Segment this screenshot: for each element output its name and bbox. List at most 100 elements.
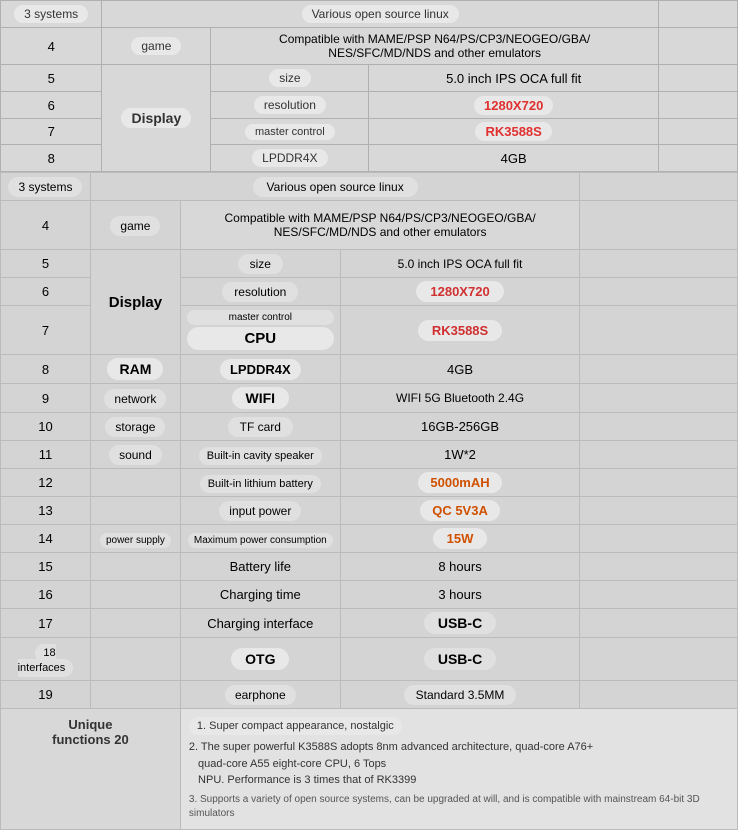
row-18-otg: 18 interfaces OTG USB-C	[1, 638, 738, 681]
row-val: 5.0 inch IPS OCA full fit	[369, 65, 659, 92]
cat-cell	[90, 497, 180, 525]
row-num: 8	[1, 145, 102, 172]
cat-cell: storage	[90, 413, 180, 441]
resolution-val: 1280X720	[416, 281, 503, 302]
app-container: 3 systems Various open source linux 4 ga…	[0, 172, 738, 830]
cat-cell	[90, 581, 180, 609]
cat-display: Display	[90, 250, 180, 355]
18interfaces-badge: 18 interfaces	[18, 644, 74, 677]
cat-cell	[90, 638, 180, 681]
row-spec: Various open source linux	[102, 1, 659, 28]
main-table: 3 systems Various open source linux 4 ga…	[0, 0, 738, 172]
notes-row: Uniquefunctions 20 1. Super compact appe…	[1, 709, 738, 830]
num-cell: 10	[1, 413, 91, 441]
cat-cell: sound	[90, 441, 180, 469]
extra-cell	[580, 553, 738, 581]
cpu-val: RK3588S	[418, 320, 502, 341]
extra-cell	[580, 609, 738, 638]
row-4-game: 4 game Compatible with MAME/PSP N64/PS/C…	[1, 201, 738, 250]
row-cat: game	[102, 28, 211, 65]
row-spec: size	[211, 65, 369, 92]
row-num: 4	[1, 28, 102, 65]
speaker-badge: Built-in cavity speaker	[199, 447, 322, 465]
extra-cell	[580, 306, 738, 355]
row-val: 4GB	[369, 145, 659, 172]
row-val: 1280X720	[369, 92, 659, 119]
master-control-badge: master control	[187, 310, 334, 325]
otg-badge: OTG	[231, 648, 289, 670]
val-cell: QC 5V3A	[340, 497, 580, 525]
row-num: 5	[1, 65, 102, 92]
note-2: 2. The super powerful K3588S adopts 8nm …	[189, 739, 729, 789]
num-cell: 15	[1, 553, 91, 581]
num-cell: 13	[1, 497, 91, 525]
spec-cell: input power	[180, 497, 340, 525]
spec-badge: size	[238, 254, 283, 274]
maxpower-badge: Maximum power consumption	[188, 533, 333, 548]
spec-cell: TF card	[180, 413, 340, 441]
inputpower-val: QC 5V3A	[420, 500, 500, 521]
ram-cat: RAM	[107, 358, 163, 380]
row-5-size: 5 Display size 5.0 inch IPS OCA full fit	[1, 250, 738, 278]
extra-cell	[580, 355, 738, 384]
earphone-badge: earphone	[225, 685, 296, 705]
val-cell: 5.0 inch IPS OCA full fit	[340, 250, 580, 278]
cpu-badge: CPU	[187, 327, 334, 350]
row-11-sound: 11 sound Built-in cavity speaker 1W*2	[1, 441, 738, 469]
row-3systems: 3 systems Various open source linux	[1, 173, 738, 201]
num-badge: 3 systems	[8, 177, 82, 197]
spec-cell: Charging interface	[180, 609, 340, 638]
row-13-inputpower: 13 input power QC 5V3A	[1, 497, 738, 525]
extra-cell	[580, 413, 738, 441]
spec-cell: WIFI	[180, 384, 340, 413]
val-badge: Various open source linux	[253, 177, 418, 197]
num-cell: 6	[1, 278, 91, 306]
num-cell: 9	[1, 384, 91, 413]
val-cell: 1280X720	[340, 278, 580, 306]
otg-val: USB-C	[424, 648, 496, 670]
game-desc: Compatible with MAME/PSP N64/PS/CP3/NEOG…	[180, 201, 579, 250]
num-cell: 4	[1, 201, 91, 250]
num-cell: 3 systems	[1, 173, 91, 201]
val-cell: USB-C	[340, 609, 580, 638]
num-cell: 16	[1, 581, 91, 609]
extra-cell	[580, 469, 738, 497]
row-14-powersupply: 14 power supply Maximum power consumptio…	[1, 525, 738, 553]
extra-cell	[580, 201, 738, 250]
row-spec: resolution	[211, 92, 369, 119]
val-cell: 1W*2	[340, 441, 580, 469]
spec-cell: OTG	[180, 638, 340, 681]
cat-cell	[90, 469, 180, 497]
sound-badge: sound	[109, 445, 162, 465]
spec-cell: Built-in lithium battery	[180, 469, 340, 497]
val-cell: 8 hours	[340, 553, 580, 581]
wifi-badge: WIFI	[232, 387, 290, 409]
note-1: 1. Super compact appearance, nostalgic	[189, 717, 402, 735]
extra-cell	[580, 638, 738, 681]
row-15-batterylife: 15 Battery life 8 hours	[1, 553, 738, 581]
row-cat-display: Display	[102, 65, 211, 172]
row-val: Compatible with MAME/PSP N64/PS/CP3/NEOG…	[211, 28, 659, 65]
row-17-charginginterface: 17 Charging interface USB-C	[1, 609, 738, 638]
num-cell: 18 interfaces	[1, 638, 91, 681]
notes-cell: 1. Super compact appearance, nostalgic 2…	[180, 709, 737, 830]
cat-cell	[90, 609, 180, 638]
extra-cell	[580, 250, 738, 278]
row-extra	[658, 65, 737, 92]
val-cell: RK3588S	[340, 306, 580, 355]
spec-cell: LPDDR4X	[180, 355, 340, 384]
extra-cell	[580, 497, 738, 525]
cat-badge: storage	[105, 417, 165, 437]
unique-label: Uniquefunctions 20	[9, 717, 172, 747]
num-cell: 19	[1, 681, 91, 709]
spec-cell: size	[180, 250, 340, 278]
maxpower-val: 15W	[433, 528, 488, 549]
extra-cell	[580, 278, 738, 306]
row-spec: LPDDR4X	[211, 145, 369, 172]
ram-spec: LPDDR4X	[220, 359, 301, 380]
row-val: RK3588S	[369, 119, 659, 145]
val-cell: Standard 3.5MM	[340, 681, 580, 709]
row-16-chargingtime: 16 Charging time 3 hours	[1, 581, 738, 609]
num-cell: 7	[1, 306, 91, 355]
cat-badge: network	[104, 389, 166, 409]
